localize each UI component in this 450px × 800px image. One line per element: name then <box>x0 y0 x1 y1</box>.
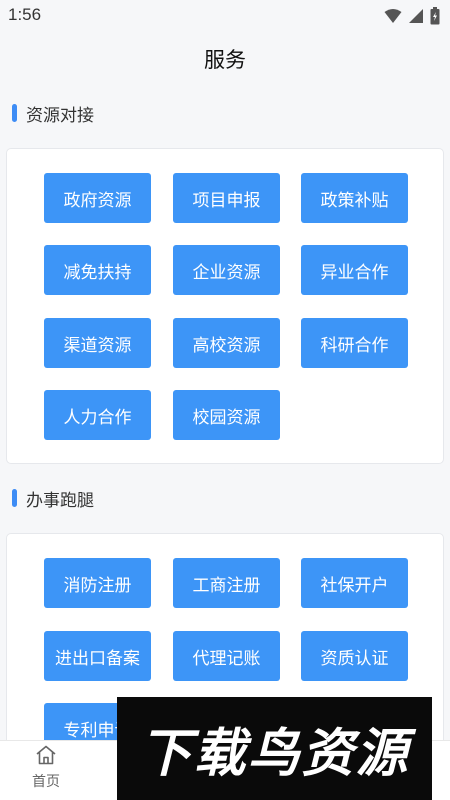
resources-card: 政府资源 项目申报 政策补贴 减免扶持 企业资源 异业合作 渠道资源 高校资源 … <box>6 148 444 464</box>
service-button[interactable]: 异业合作 <box>301 245 408 295</box>
service-button[interactable]: 代理记账 <box>173 631 280 681</box>
service-button[interactable]: 消防注册 <box>44 558 151 608</box>
service-button[interactable]: 政策补贴 <box>301 173 408 223</box>
tab-home[interactable]: 首页 <box>20 745 72 797</box>
section-title: 办事跑腿 <box>26 490 94 511</box>
service-button[interactable]: 高校资源 <box>173 318 280 368</box>
battery-icon <box>430 7 440 25</box>
tab-home-label: 首页 <box>32 774 60 790</box>
service-button[interactable]: 减免扶持 <box>44 245 151 295</box>
service-button[interactable]: 科研合作 <box>301 318 408 368</box>
status-time: 1:56 <box>8 5 42 24</box>
service-button[interactable]: 进出口备案 <box>44 631 151 681</box>
section-title: 资源对接 <box>26 105 94 126</box>
service-button[interactable]: 社保开户 <box>301 558 408 608</box>
service-button[interactable]: 项目申报 <box>173 173 280 223</box>
service-button[interactable]: 工商注册 <box>173 558 280 608</box>
watermark-text: 下载鸟资源 <box>139 724 410 784</box>
section-accent-bar <box>12 489 17 507</box>
section-header-resources: 资源对接 <box>12 100 94 126</box>
watermark-banner: 下载鸟资源 <box>117 697 432 800</box>
wifi-icon <box>384 9 402 23</box>
section-accent-bar <box>12 104 17 122</box>
status-icons <box>384 7 440 25</box>
signal-icon <box>409 9 423 23</box>
home-icon <box>36 745 56 765</box>
service-button[interactable]: 企业资源 <box>173 245 280 295</box>
service-button[interactable]: 校园资源 <box>173 390 280 440</box>
service-button[interactable]: 渠道资源 <box>44 318 151 368</box>
service-button[interactable]: 政府资源 <box>44 173 151 223</box>
service-button[interactable]: 人力合作 <box>44 390 151 440</box>
page-title: 服务 <box>204 48 246 72</box>
status-bar: 1:56 <box>0 0 450 32</box>
section-header-errands: 办事跑腿 <box>12 485 94 511</box>
service-button[interactable]: 资质认证 <box>301 631 408 681</box>
app-header: 服务 <box>0 32 450 82</box>
